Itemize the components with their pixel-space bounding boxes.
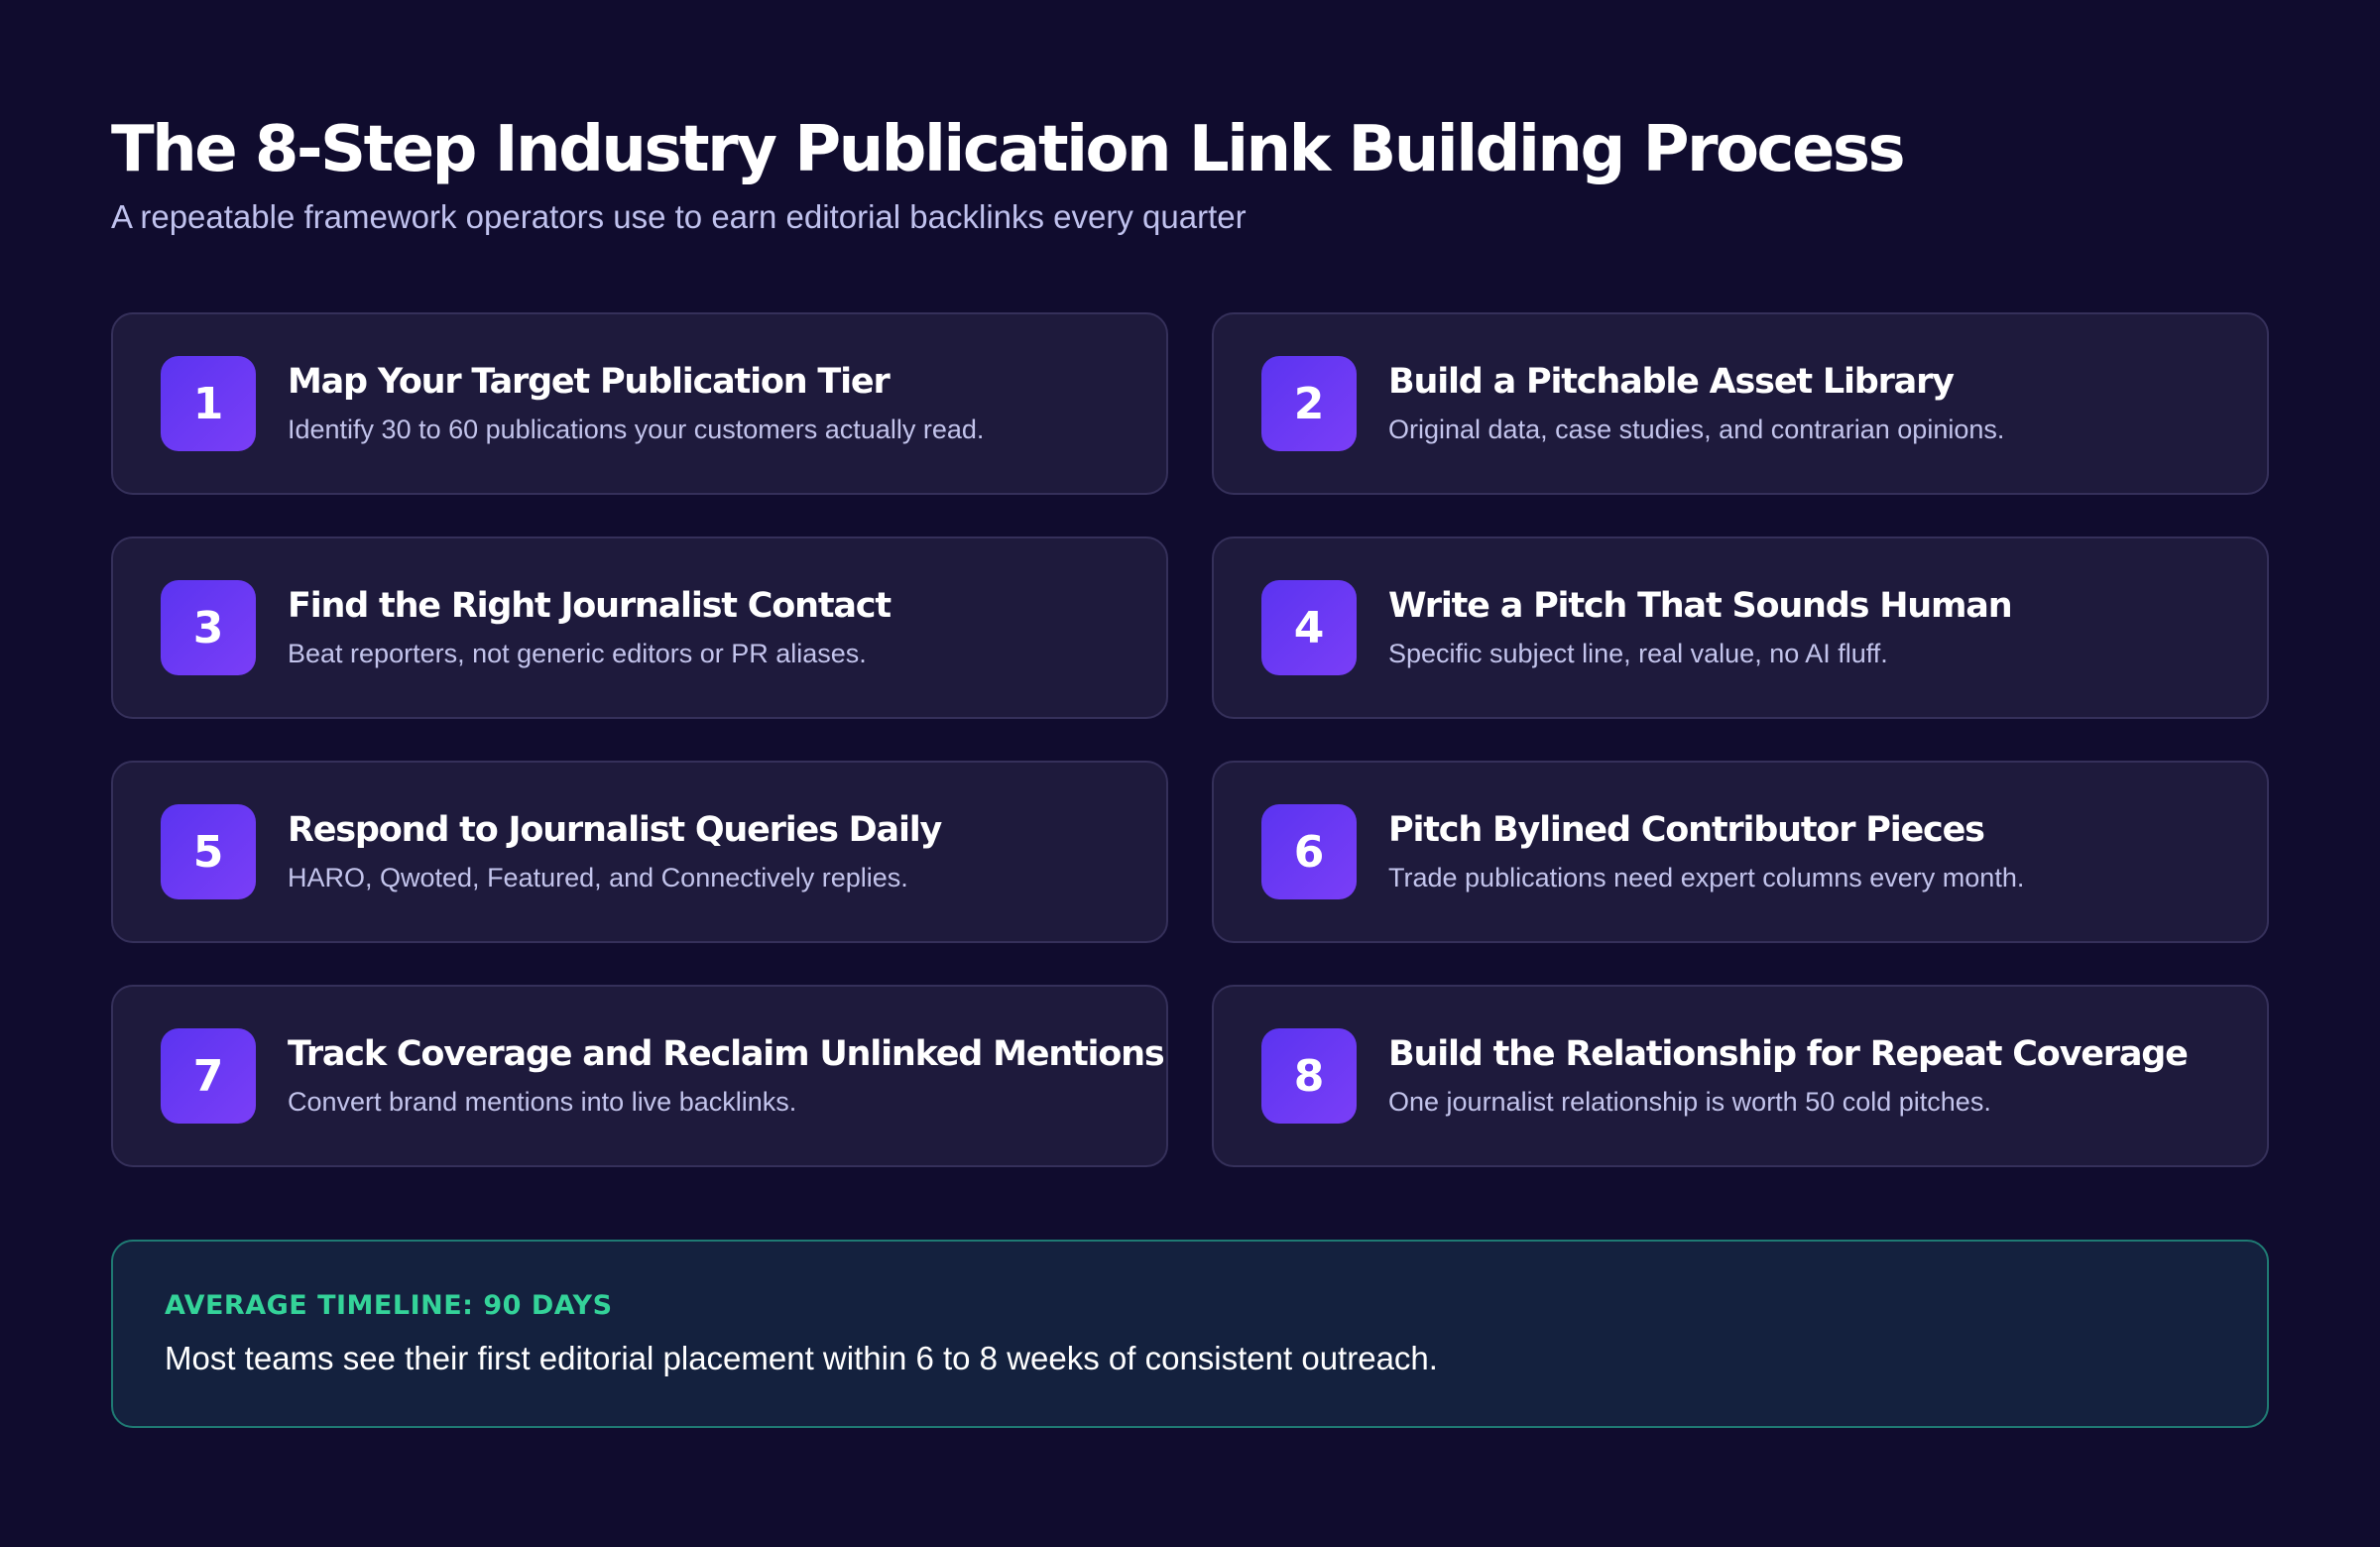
infographic: The 8-Step Industry Publication Link Bui… [111,109,2269,1428]
step-number-badge: 6 [1261,804,1357,899]
step-description: Convert brand mentions into live backlin… [288,1087,797,1117]
step-description: Beat reporters, not generic editors or P… [288,639,867,668]
step-number-badge: 4 [1261,580,1357,675]
step-card-7: 7 Track Coverage and Reclaim Unlinked Me… [111,985,1168,1167]
page-subtitle: A repeatable framework operators use to … [111,198,1247,235]
steps-grid: 1 Map Your Target Publication Tier Ident… [111,312,2269,1167]
step-number-badge: 5 [161,804,256,899]
step-card-6: 6 Pitch Bylined Contributor Pieces Trade… [1212,761,2269,943]
step-description: Trade publications need expert columns e… [1388,863,2025,892]
page-title: The 8-Step Industry Publication Link Bui… [111,113,1906,186]
step-number-badge: 2 [1261,356,1357,451]
step-number-badge: 7 [161,1028,256,1124]
step-title: Build a Pitchable Asset Library [1388,362,1955,402]
step-description: Specific subject line, real value, no AI… [1388,639,1888,668]
step-card-3: 3 Find the Right Journalist Contact Beat… [111,536,1168,719]
step-card-1: 1 Map Your Target Publication Tier Ident… [111,312,1168,495]
step-card-2: 2 Build a Pitchable Asset Library Origin… [1212,312,2269,495]
timeline-text: Most teams see their first editorial pla… [165,1340,1438,1376]
step-number-badge: 8 [1261,1028,1357,1124]
step-title: Map Your Target Publication Tier [288,362,891,402]
step-title: Build the Relationship for Repeat Covera… [1388,1034,2189,1074]
step-card-4: 4 Write a Pitch That Sounds Human Specif… [1212,536,2269,719]
step-title: Write a Pitch That Sounds Human [1388,586,2013,626]
step-card-8: 8 Build the Relationship for Repeat Cove… [1212,985,2269,1167]
step-title: Respond to Journalist Queries Daily [288,810,942,850]
step-title: Track Coverage and Reclaim Unlinked Ment… [288,1034,1165,1074]
timeline-label: AVERAGE TIMELINE: 90 DAYS [165,1290,613,1321]
step-number-badge: 3 [161,580,256,675]
step-title: Find the Right Journalist Contact [288,586,892,626]
timeline-callout: AVERAGE TIMELINE: 90 DAYS Most teams see… [111,1240,2269,1428]
step-description: Identify 30 to 60 publications your cust… [288,415,985,444]
step-card-5: 5 Respond to Journalist Queries Daily HA… [111,761,1168,943]
step-description: One journalist relationship is worth 50 … [1388,1087,1991,1117]
step-description: HARO, Qwoted, Featured, and Connectively… [288,863,908,892]
step-description: Original data, case studies, and contrar… [1388,415,2005,444]
step-number-badge: 1 [161,356,256,451]
step-title: Pitch Bylined Contributor Pieces [1388,810,1985,850]
